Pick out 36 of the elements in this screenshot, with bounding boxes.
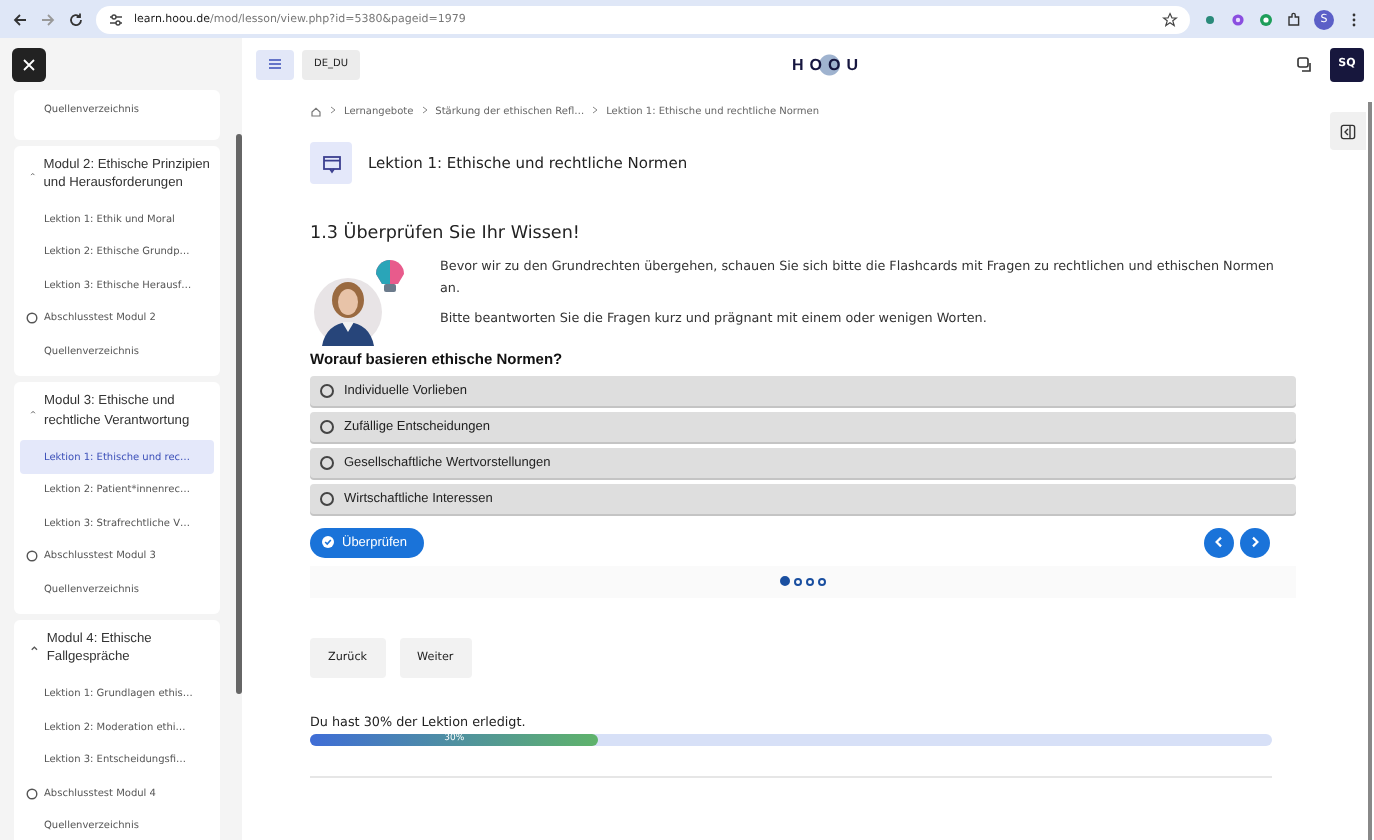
chat-icon[interactable] — [1296, 55, 1314, 73]
chevron-right-icon — [1250, 536, 1260, 548]
slide-dot[interactable] — [818, 577, 826, 585]
chevron-right-icon — [592, 106, 599, 118]
previous-button[interactable] — [1204, 527, 1234, 557]
circle-icon — [26, 787, 38, 800]
circle-icon — [26, 312, 38, 325]
chevron-right-icon — [421, 106, 428, 118]
close-icon — [22, 57, 36, 71]
circle-icon — [26, 550, 38, 563]
home-icon[interactable] — [310, 106, 322, 118]
scrollbar[interactable] — [236, 134, 242, 694]
scrollbar[interactable] — [1368, 102, 1372, 840]
star-icon[interactable] — [1162, 11, 1178, 27]
puzzle-icon[interactable] — [1286, 11, 1302, 27]
slide-dot[interactable] — [780, 576, 790, 586]
panel-icon — [1340, 123, 1356, 139]
tune-icon[interactable] — [108, 11, 124, 27]
extension-dot-icon[interactable] — [1202, 11, 1218, 27]
extension-globe-icon[interactable] — [1258, 11, 1274, 27]
reload-icon[interactable] — [68, 11, 84, 27]
back-icon[interactable] — [12, 11, 28, 27]
next-button[interactable] — [1240, 527, 1270, 557]
check-circle-icon — [322, 536, 334, 548]
chevron-up-icon — [30, 644, 39, 653]
section-title: 1.3 Überprüfen Sie Ihr Wissen! — [310, 224, 582, 244]
extension-gear-icon[interactable] — [1230, 11, 1246, 27]
lesson-icon — [310, 142, 352, 184]
chevron-right-icon — [330, 106, 336, 118]
slide-dot[interactable] — [806, 577, 814, 585]
panel-toggle-button[interactable] — [1330, 112, 1366, 150]
menu-icon — [268, 58, 282, 70]
close-button[interactable] — [12, 47, 46, 81]
chevron-left-icon — [1214, 536, 1224, 548]
menu-button[interactable] — [256, 49, 294, 79]
slide-dot[interactable] — [794, 577, 802, 585]
